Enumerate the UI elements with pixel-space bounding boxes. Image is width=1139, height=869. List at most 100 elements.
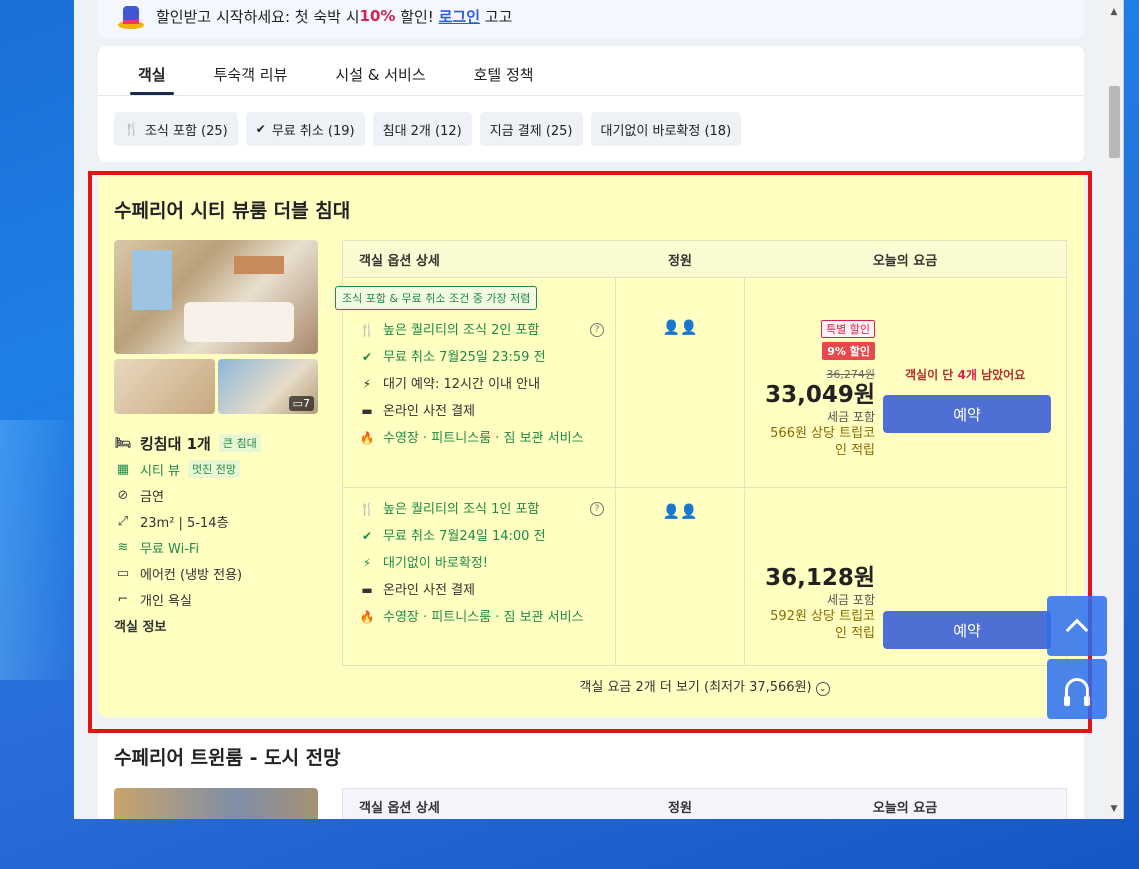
book-button[interactable]: 예약 (883, 395, 1051, 433)
rate-capacity: 👤👤 (616, 278, 745, 487)
customer-support-button[interactable] (1047, 659, 1107, 719)
scroll-up-arrow[interactable]: ▲ (1105, 4, 1123, 20)
chevron-up-icon (1065, 618, 1089, 642)
feature-aircon: ▭ 에어컨 (냉방 전용) (114, 560, 334, 586)
filter-two-beds[interactable]: 침대 2개 (12) (372, 112, 472, 146)
tab-policies[interactable]: 호텔 정책 (450, 46, 558, 95)
check-circle-icon: ✔ (361, 529, 373, 543)
option-breakfast: 🍴 높은 퀄리티의 조식 2인 포함? (359, 322, 604, 349)
two-guests-icon: 👤👤 (662, 504, 698, 520)
more-rates-link[interactable]: 객실 요금 2개 더 보기 (최저가 37,566원) ⌄ (342, 676, 1067, 696)
option-breakfast: 🍴 높은 퀄리티의 조식 1인 포함? (359, 501, 604, 528)
discount-percent-badge: 9% 할인 (822, 342, 875, 360)
feature-view: ▦ 시티 뷰 멋진 전망 (114, 456, 334, 482)
flame-icon: 🔥 (359, 431, 375, 445)
promo-text-end: 고고 (480, 7, 513, 26)
tax-note: 세금 포함 (827, 410, 875, 424)
photo-count: ▭7 (288, 396, 314, 411)
view-tag: 멋진 전망 (188, 460, 240, 478)
promo-text: 할인받고 시작하세요: 첫 숙박 시 (156, 7, 360, 26)
flame-icon: 🔥 (359, 610, 375, 624)
help-icon[interactable]: ? (590, 323, 604, 337)
rate-table-header-2: 객실 옵션 상세 정원 오늘의 요금 (342, 788, 1067, 819)
tab-facilities[interactable]: 시설 & 서비스 (311, 46, 449, 95)
feature-size: ⤢ 23m² | 5-14층 (114, 508, 334, 534)
rate-capacity: 👤👤 (616, 489, 745, 665)
option-payment: ▬ 온라인 사전 결제 (359, 582, 604, 609)
room-photo-thumb[interactable]: ▭7 (217, 359, 318, 414)
area-icon: ⤢ (117, 513, 129, 529)
chevron-down-icon: ⌄ (815, 682, 830, 696)
tab-reviews[interactable]: 투숙객 리뷰 (190, 46, 312, 95)
room-tabs-card: 객실 투숙객 리뷰 시설 & 서비스 호텔 정책 🍴 조식 포함 (25) ✔ 무료… (98, 46, 1084, 162)
filter-label: 지금 결제 (25) (489, 123, 573, 139)
feature-bed: 🛏 킹침대 1개 큰 침대 (114, 430, 334, 456)
filter-breakfast[interactable]: 🍴 조식 포함 (25) (114, 112, 238, 146)
bed-icon: 🛏 (114, 435, 132, 451)
option-confirm: ⚡ 대기 예약: 12시간 이내 안내 (359, 376, 604, 403)
current-price: 36,128원 (765, 565, 875, 591)
aircon-icon: ▭ (116, 565, 130, 581)
rate-options: 조식 포함 & 무료 취소 조건 중 가장 저렴 🍴 높은 퀄리티의 조식 2인 … (335, 278, 616, 487)
trip-coin-note: 592원 상당 트립코인 적립 (770, 609, 875, 641)
filter-chips: 🍴 조식 포함 (25) ✔ 무료 취소 (19) 침대 2개 (12) 지금 결제… (98, 96, 1084, 146)
rate-price: 특별 할인 9% 할인 36,274원 33,049원 세금 포함 566원 상… (745, 278, 1066, 487)
tab-rooms[interactable]: 객실 (114, 46, 190, 95)
desktop-background (0, 420, 80, 680)
header-capacity: 정원 (668, 801, 692, 816)
filter-free-cancel[interactable]: ✔ 무료 취소 (19) (245, 112, 365, 146)
option-payment: ▬ 온라인 사전 결제 (359, 403, 604, 430)
filter-instant-confirm[interactable]: 대기없이 바로확정 (18) (590, 112, 742, 146)
rate-row: 조식 포함 & 무료 취소 조건 중 가장 저렴 🍴 높은 퀄리티의 조식 2인 … (335, 278, 1066, 488)
promo-text-mid: 할인! (395, 7, 439, 26)
rate-table-header: 객실 옵션 상세 정원 오늘의 요금 (343, 241, 1066, 278)
special-discount-badge: 특별 할인 (821, 320, 875, 338)
filter-pay-now[interactable]: 지금 결제 (25) (479, 112, 583, 146)
book-button[interactable]: 예약 (883, 611, 1051, 649)
scrollbar[interactable]: ▲ ▼ (1105, 0, 1123, 819)
browser-viewport: 할인받고 시작하세요: 첫 숙박 시 10% 할인! 로그인 고고 객실 투숙객… (74, 0, 1124, 819)
original-price: 36,274원 (826, 368, 875, 381)
tab-bar: 객실 투숙객 리뷰 시설 & 서비스 호텔 정책 (98, 46, 1084, 96)
utensils-icon: 🍴 (359, 502, 375, 516)
card-icon: ▬ (361, 404, 373, 418)
two-guests-icon: 👤👤 (662, 320, 698, 336)
option-amenities: 🔥 수영장 · 피트니스룸 · 짐 보관 서비스 (359, 431, 584, 446)
scroll-thumb[interactable] (1109, 86, 1120, 158)
card-icon: ▬ (361, 583, 373, 597)
filter-label: 무료 취소 (19) (271, 123, 355, 139)
option-confirm: ⚡ 대기없이 바로확정! (359, 555, 604, 582)
no-smoking-icon: ⊘ (117, 487, 129, 503)
help-icon[interactable]: ? (590, 502, 604, 516)
room-photo-thumb[interactable] (114, 359, 215, 414)
room-title: 수페리어 시티 뷰룸 더블 침대 (114, 200, 351, 222)
login-link[interactable]: 로그인 (439, 6, 480, 27)
trip-coin-note: 566원 상당 트립코인 적립 (770, 426, 875, 458)
rate-options: 🍴 높은 퀄리티의 조식 1인 포함? ✔ 무료 취소 7월24일 14:00 전 … (343, 489, 616, 665)
option-amenities: 🔥 수영장 · 피트니스룸 · 짐 보관 서비스 (359, 610, 584, 625)
rooms-left-notice: 객실이 단 4개 남았어요 (905, 368, 1026, 382)
window-icon: ▦ (116, 461, 130, 477)
header-options: 객실 옵션 상세 (359, 801, 440, 816)
room-photo-main[interactable] (114, 788, 318, 819)
room-photo-main[interactable] (114, 240, 318, 354)
header-price: 오늘의 요금 (872, 253, 938, 269)
headset-icon (1064, 678, 1090, 706)
lightning-icon: ⚡ (362, 556, 372, 570)
promo-percent: 10% (359, 7, 396, 25)
feature-wifi: ≋ 무료 Wi-Fi (114, 534, 334, 560)
option-cancel: ✔ 무료 취소 7월24일 14:00 전 (359, 528, 604, 555)
lightning-icon: ⚡ (362, 377, 372, 391)
bed-tag: 큰 침대 (218, 434, 261, 452)
current-price: 33,049원 (765, 382, 875, 408)
scroll-to-top-button[interactable] (1047, 596, 1107, 656)
room-info-link[interactable]: 객실 정보 (114, 616, 166, 635)
shower-icon: ⌐ (117, 591, 129, 607)
scroll-down-arrow[interactable]: ▼ (1105, 801, 1123, 817)
header-capacity: 정원 (668, 253, 692, 269)
tax-note: 세금 포함 (827, 593, 875, 607)
room-features: 🛏 킹침대 1개 큰 침대 ▦ 시티 뷰 멋진 전망 ⊘ 금연 ⤢ 23m² | 5-14층… (114, 430, 334, 612)
wifi-icon: ≋ (117, 539, 129, 555)
header-price: 오늘의 요금 (872, 801, 938, 816)
best-value-tag: 조식 포함 & 무료 취소 조건 중 가장 저렴 (335, 286, 538, 310)
